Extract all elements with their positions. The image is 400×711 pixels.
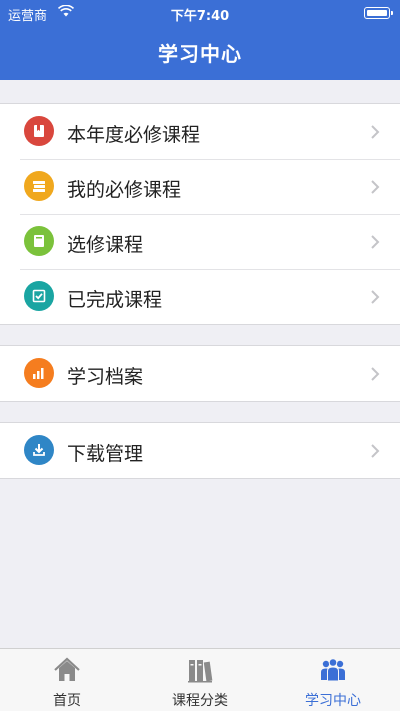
tab-bar: 首页 课程分类 学习中心: [0, 648, 400, 711]
book-icon: [24, 116, 54, 146]
menu-item-annual-required-courses[interactable]: 本年度必修课程: [0, 104, 400, 159]
menu-item-completed-courses[interactable]: 已完成课程: [0, 269, 400, 324]
chevron-right-icon: [371, 444, 380, 458]
download-group: 下载管理: [0, 422, 400, 479]
tab-label: 学习中心: [305, 693, 361, 709]
checkbox-icon: [24, 281, 54, 311]
menu-item-label: 学习档案: [67, 366, 144, 388]
chevron-right-icon: [371, 180, 380, 194]
tab-home[interactable]: 首页: [0, 649, 134, 711]
battery-icon: [364, 7, 393, 19]
menu-item-label: 选修课程: [67, 234, 144, 256]
menu-item-label: 本年度必修课程: [67, 124, 201, 146]
course-group: 本年度必修课程 我的必修课程 选修课程 已完成课程: [0, 103, 400, 325]
tab-label: 课程分类: [172, 693, 228, 709]
menu-item-elective-courses[interactable]: 选修课程: [0, 214, 400, 269]
tab-learning-center[interactable]: 学习中心: [266, 649, 400, 711]
chevron-right-icon: [371, 125, 380, 139]
download-icon: [24, 435, 54, 465]
tab-label: 首页: [53, 693, 81, 709]
menu-item-label: 已完成课程: [67, 289, 163, 311]
stack-icon: [24, 171, 54, 201]
menu-item-label: 下载管理: [67, 443, 144, 465]
book-green-icon: [24, 226, 54, 256]
tab-course-categories[interactable]: 课程分类: [133, 649, 267, 711]
menu-item-learning-records[interactable]: 学习档案: [0, 346, 400, 401]
chart-icon: [24, 358, 54, 388]
menu-item-label: 我的必修课程: [67, 179, 182, 201]
chevron-right-icon: [371, 290, 380, 304]
menu-item-download-management[interactable]: 下载管理: [0, 423, 400, 478]
header: 运营商 下午7:40 学习中心: [0, 0, 400, 80]
records-group: 学习档案: [0, 345, 400, 402]
home-icon: [54, 657, 80, 681]
status-bar: 运营商 下午7:40: [0, 0, 400, 26]
page-title: 学习中心: [158, 42, 242, 66]
menu-item-my-required-courses[interactable]: 我的必修课程: [0, 159, 400, 214]
chevron-right-icon: [371, 235, 380, 249]
books-icon: [188, 660, 213, 683]
chevron-right-icon: [371, 367, 380, 381]
clock: 下午7:40: [170, 9, 230, 24]
people-icon: [321, 658, 345, 682]
